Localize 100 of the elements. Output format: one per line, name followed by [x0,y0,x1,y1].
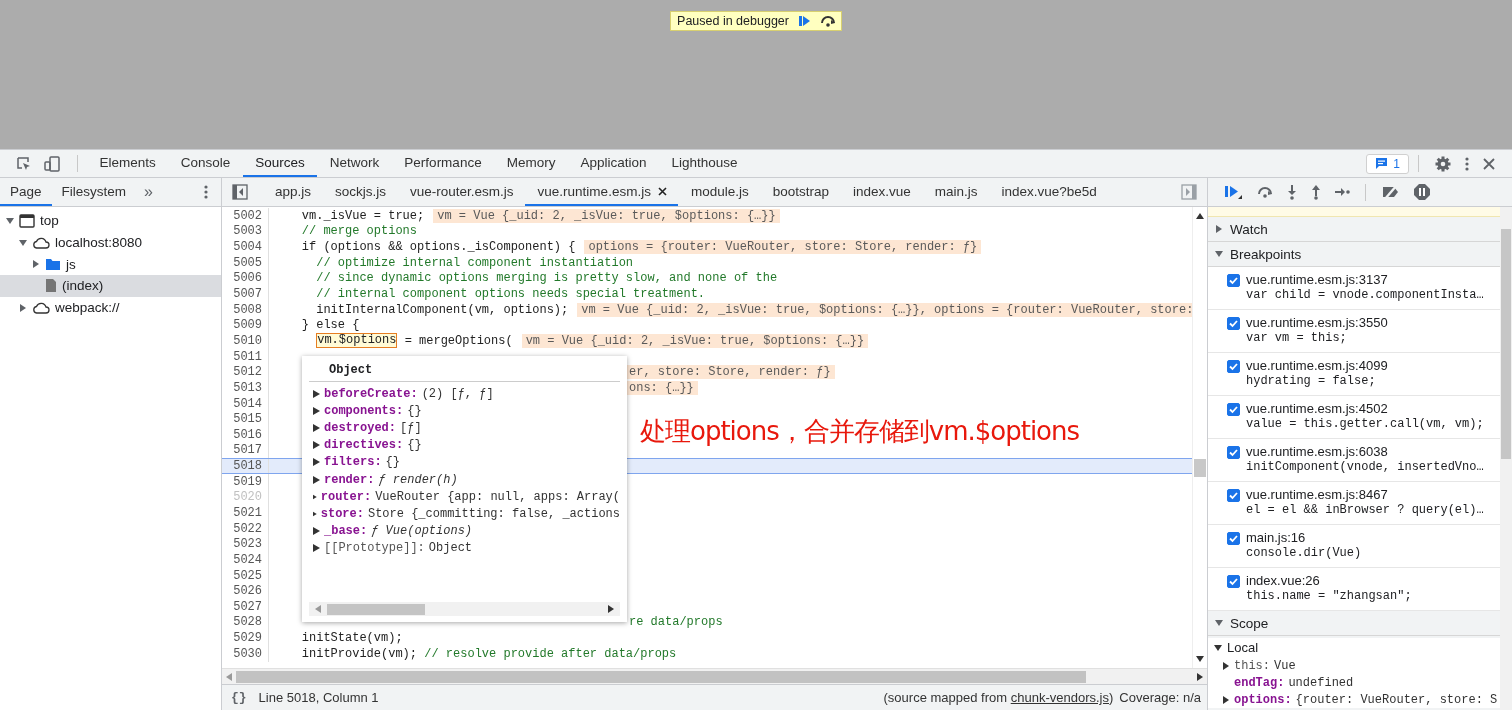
scroll-thumb[interactable] [327,603,425,615]
deactivate-breakpoints-icon[interactable] [1381,184,1401,200]
breakpoint-location[interactable]: vue.runtime.esm.js:3137 [1246,272,1484,287]
step-over-icon[interactable] [818,14,837,28]
scope-group[interactable]: Local [1208,638,1500,657]
tree-item[interactable]: (index) [0,275,221,297]
expand-arrow-icon[interactable] [1222,695,1230,704]
line-number: 5019 [222,473,269,490]
property-name[interactable]: filters: [324,455,382,470]
panel-tab[interactable]: Lighthouse [658,150,751,177]
expand-arrow-icon[interactable] [1215,225,1223,233]
expand-arrow-icon[interactable] [19,303,27,312]
file-tab[interactable]: index.vue?be5d [988,178,1108,206]
property-name[interactable]: beforeCreate: [324,386,418,401]
panel-tab[interactable]: Console [168,150,243,177]
expand-arrow-icon[interactable] [1222,661,1230,670]
horizontal-scrollbar[interactable] [309,602,620,616]
expand-arrow-icon[interactable] [19,238,27,247]
step-icon[interactable] [1334,186,1350,198]
breakpoint-location[interactable]: vue.runtime.esm.js:6038 [1246,444,1484,459]
breakpoint-checkbox[interactable] [1227,446,1240,459]
property-name[interactable]: store: [320,506,364,521]
breakpoint-code: initComponent(vnode, insertedVno… [1246,460,1484,474]
close-icon[interactable] [657,186,667,196]
more-options-icon[interactable] [1464,155,1470,172]
property-name[interactable]: directives: [324,438,404,453]
resume-icon[interactable] [1224,184,1244,200]
breakpoint-location[interactable]: vue.runtime.esm.js:8467 [1246,487,1484,502]
message-icon [1375,157,1389,170]
tree-item[interactable]: js [0,253,221,276]
breakpoint-location[interactable]: index.vue:26 [1246,573,1412,588]
breakpoint-checkbox[interactable] [1227,317,1240,330]
step-over-icon[interactable] [1256,185,1274,199]
code-comment: // since dynamic options merging is pretty slow, and none of the [315,271,778,286]
file-tab[interactable]: app.js [262,178,323,206]
expand-arrow-icon[interactable] [1215,250,1223,258]
device-toolbar-icon[interactable] [44,155,62,172]
property-name[interactable]: render: [324,472,375,487]
horizontal-scrollbar[interactable] [222,668,1207,684]
expand-arrow-icon[interactable] [32,260,40,269]
breakpoint-location[interactable]: vue.runtime.esm.js:4502 [1246,401,1484,416]
pause-on-exceptions-icon[interactable] [1413,183,1431,201]
vertical-scrollbar[interactable] [1192,207,1207,668]
scroll-thumb[interactable] [236,670,1086,683]
breakpoint-checkbox[interactable] [1227,360,1240,373]
code-text: } else { [300,318,360,333]
file-tab[interactable]: vue.runtime.esm.js [524,178,678,206]
property-name[interactable]: [[Prototype]]: [324,541,425,556]
breakpoint-checkbox[interactable] [1227,403,1240,416]
panel-tab[interactable]: Memory [494,150,568,177]
navigator-tab[interactable]: Page [0,178,52,206]
step-out-icon[interactable] [1310,184,1322,200]
breakpoint-location[interactable]: main.js:16 [1246,530,1362,545]
property-name[interactable]: components: [324,403,404,418]
more-options-icon[interactable] [203,184,209,200]
breakpoint-location[interactable]: vue.runtime.esm.js:3550 [1246,315,1388,330]
scroll-thumb[interactable] [1501,229,1511,459]
property-name[interactable]: destroyed: [324,420,396,435]
scroll-right-icon[interactable] [608,605,614,613]
file-tab[interactable]: vue-router.esm.js [397,178,525,206]
settings-icon[interactable] [1434,154,1452,173]
navigator-tab[interactable]: Filesystem [51,178,137,206]
scroll-up-icon[interactable] [1196,213,1204,219]
breakpoint-checkbox[interactable] [1227,532,1240,545]
tree-item[interactable]: top [0,210,221,232]
tree-item[interactable]: webpack:// [0,296,221,319]
panel-tab[interactable]: Network [317,150,392,177]
scroll-right-icon[interactable] [1197,672,1203,681]
expand-arrow-icon[interactable] [1214,643,1222,652]
sidebar-toggle-icon[interactable] [1181,184,1197,200]
breakpoint-checkbox[interactable] [1227,489,1240,502]
breakpoint-checkbox[interactable] [1227,274,1240,287]
source-link[interactable]: chunk-vendors.js [1010,690,1109,705]
line-number: 5015 [222,411,269,427]
breakpoint-checkbox[interactable] [1227,575,1240,588]
file-tab[interactable]: main.js [921,178,989,206]
variable-name[interactable]: endTag: [1234,675,1285,690]
file-tab[interactable]: module.js [677,178,760,206]
tree-item[interactable]: localhost:8080 [0,231,221,254]
scroll-thumb[interactable] [1194,459,1206,477]
variable-name[interactable]: this: [1234,658,1270,673]
expand-arrow-icon[interactable] [1215,619,1223,627]
step-into-icon[interactable] [1286,184,1298,200]
file-tab[interactable]: index.vue [839,178,922,206]
property-name[interactable]: router: [320,489,372,504]
pretty-print-button[interactable]: {} [222,690,259,705]
panel-tab[interactable]: Application [567,150,659,177]
file-tab[interactable]: bootstrap [759,178,840,206]
sidebar-toggle-icon[interactable] [232,184,248,200]
more-tabs-button[interactable]: » [136,183,161,201]
issues-button[interactable]: 1 [1366,153,1409,174]
panel-tab[interactable]: Performance [391,150,495,177]
inspect-icon[interactable] [16,155,32,172]
expand-arrow-icon[interactable] [6,216,14,225]
scroll-down-icon[interactable] [1196,656,1204,662]
panel-tab[interactable]: Elements [87,150,169,177]
property-name[interactable]: _base: [324,524,368,539]
variable-name[interactable]: options: [1234,692,1292,707]
breakpoint-location[interactable]: vue.runtime.esm.js:4099 [1246,358,1388,373]
file-tab[interactable]: sockjs.js [322,178,398,206]
